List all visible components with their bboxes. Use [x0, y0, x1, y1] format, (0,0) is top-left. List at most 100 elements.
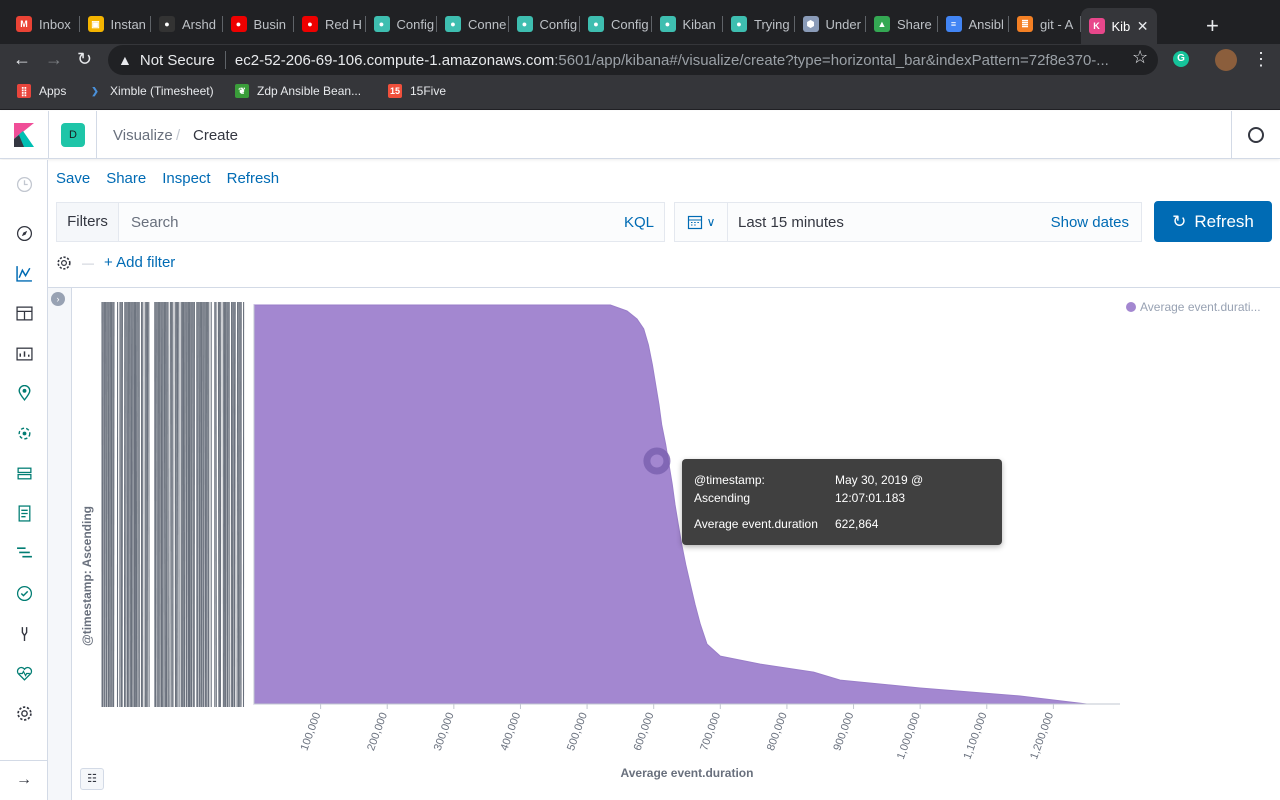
y-tick-label-stripe [234, 301, 236, 708]
filter-settings-gear-icon[interactable] [56, 255, 72, 271]
kibana-header: D Visualize / Create [0, 111, 1280, 159]
tab-title: Instan [110, 16, 146, 32]
tab-title: Ansibl [968, 16, 1004, 32]
bookmark-icon: ⣿ [17, 84, 31, 98]
help-icon[interactable] [1248, 127, 1264, 143]
browser-tab[interactable]: ● Conne [437, 8, 509, 40]
tab-title: Share [897, 16, 932, 32]
tab-title: Conne [468, 16, 507, 32]
browser-tab[interactable]: ≣ git - A [1009, 8, 1081, 40]
refresh-button[interactable]: ↻ Refresh [1154, 201, 1272, 242]
tab-title: Under [825, 16, 861, 32]
bookmark-star-icon[interactable]: ☆ [1132, 47, 1148, 68]
save-link[interactable]: Save [56, 170, 90, 187]
logs-icon[interactable] [16, 505, 33, 522]
browser-tab[interactable]: ● Trying [723, 8, 795, 40]
browser-tab[interactable]: ● Kiban [652, 8, 723, 40]
close-tab-icon[interactable]: ✕ [1137, 18, 1149, 35]
monitoring-icon[interactable] [16, 665, 33, 682]
kql-toggle[interactable]: KQL [624, 214, 664, 231]
back-icon[interactable]: ← [13, 49, 31, 70]
legend-entry-label[interactable]: Average event.durati... [1140, 300, 1261, 314]
browser-tab[interactable]: ● Config [366, 8, 437, 40]
url-path: :5601/app/kibana#/visualize/create?type=… [554, 51, 1109, 69]
bookmark-item[interactable]: ⣿ Apps [17, 84, 66, 98]
chart-tooltip: @timestamp: Ascending May 30, 2019 @ 12:… [682, 459, 1002, 545]
legend-swatch [1126, 302, 1136, 312]
new-tab-button[interactable]: + [1206, 13, 1219, 39]
dev-tools-icon[interactable] [16, 625, 33, 642]
recently-viewed-icon[interactable] [16, 176, 33, 193]
bookmark-item[interactable]: ❦ Zdp Ansible Bean... [235, 84, 361, 98]
browser-tab[interactable]: M Inbox [8, 8, 80, 40]
browser-tab[interactable]: ● Config [509, 8, 580, 40]
tab-favicon-icon: M [16, 16, 32, 32]
dashboard-icon[interactable] [16, 305, 33, 322]
query-bar: Filters Search KQL [56, 202, 665, 242]
legend-toggle-icon[interactable]: ☷ [80, 768, 104, 790]
bookmark-item[interactable]: 15 15Five [388, 84, 446, 98]
discover-icon[interactable] [16, 225, 33, 242]
search-input[interactable]: Search [119, 214, 624, 231]
profile-avatar[interactable] [1215, 49, 1237, 71]
forward-icon[interactable]: → [45, 49, 63, 70]
chevron-down-icon: ∨ [706, 215, 716, 229]
reload-icon[interactable]: ↻ [77, 49, 92, 70]
x-axis-tick-label: 100,000 [299, 711, 324, 752]
infrastructure-icon[interactable] [16, 465, 33, 482]
uptime-icon[interactable] [16, 585, 33, 602]
expand-nav-arrow-icon[interactable]: → [0, 760, 48, 800]
refresh-icon: ↻ [1172, 211, 1187, 231]
management-gear-icon[interactable] [16, 705, 33, 722]
date-range-text[interactable]: Last 15 minutes [728, 214, 1051, 231]
y-tick-label-stripe [176, 301, 179, 708]
browser-tab[interactable]: K Kib ✕ [1080, 8, 1157, 44]
grammarly-extension-icon[interactable]: G [1173, 51, 1189, 67]
breadcrumb-visualize[interactable]: Visualize [113, 127, 173, 144]
expand-editor-chevron-icon[interactable]: › [51, 292, 65, 306]
bookmark-label: Ximble (Timesheet) [110, 84, 214, 98]
inspect-link[interactable]: Inspect [162, 170, 210, 187]
x-axis-tick-label: 1,000,000 [895, 711, 923, 761]
y-tick-label-stripe [169, 301, 171, 708]
header-divider [1231, 111, 1232, 159]
apm-icon[interactable] [16, 545, 33, 562]
kibana-logo-icon[interactable] [14, 123, 34, 147]
browser-tab[interactable]: ● Busin [223, 8, 294, 40]
y-tick-label-stripe [190, 301, 193, 708]
browser-tab[interactable]: ▲ Share [866, 8, 938, 40]
browser-menu-icon[interactable]: ⋮ [1252, 49, 1270, 70]
x-axis-tick-label: 800,000 [765, 711, 790, 752]
url-field[interactable]: ▲ Not Secure ec2-52-206-69-106.compute-1… [108, 45, 1158, 75]
browser-tab[interactable]: ⬢ Under [795, 8, 866, 40]
tab-favicon-icon: ● [659, 16, 676, 32]
refresh-link[interactable]: Refresh [227, 170, 280, 187]
add-filter-link[interactable]: + Add filter [104, 254, 175, 271]
browser-tab[interactable]: ● Red H [294, 8, 366, 40]
browser-tab[interactable]: ≡ Ansibl [938, 8, 1009, 40]
machine-learning-icon[interactable] [16, 425, 33, 442]
browser-tab[interactable]: ▣ Instan [80, 8, 151, 40]
x-axis-tick-label: 400,000 [498, 711, 523, 752]
quick-select-button[interactable]: ∨ [675, 203, 728, 241]
tab-favicon-icon: ▲ [874, 16, 890, 32]
tab-favicon-icon: ● [159, 16, 175, 32]
y-tick-label-stripe [175, 301, 177, 708]
bookmark-item[interactable]: ❯ Ximble (Timesheet) [88, 84, 214, 98]
browser-tab[interactable]: ● Config [580, 8, 652, 40]
browser-tab-bar: + M Inbox ▣ Instan ● Arshd ● Busin ● Red H ● Config… [0, 0, 1280, 44]
side-nav: → [0, 160, 48, 800]
browser-tab[interactable]: ● Arshd [151, 8, 223, 40]
tab-title: Kib [1111, 18, 1131, 34]
visualize-icon[interactable] [16, 265, 33, 282]
canvas-icon[interactable] [16, 345, 33, 362]
header-divider [96, 111, 97, 159]
y-axis-tick-labels [101, 301, 245, 708]
y-tick-label-stripe [154, 301, 157, 708]
x-axis-tick-label: 500,000 [565, 711, 590, 752]
maps-icon[interactable] [16, 384, 33, 402]
show-dates-link[interactable]: Show dates [1051, 214, 1141, 231]
bookmark-label: Zdp Ansible Bean... [257, 84, 362, 98]
share-link[interactable]: Share [106, 170, 146, 187]
space-avatar[interactable]: D [61, 123, 85, 147]
